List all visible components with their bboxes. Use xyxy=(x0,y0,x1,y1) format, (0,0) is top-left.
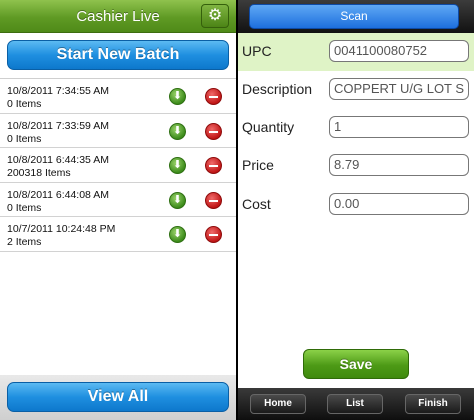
start-new-batch-button[interactable]: Start New Batch xyxy=(7,40,229,70)
delete-icon[interactable] xyxy=(205,191,222,209)
download-icon[interactable]: ⬇ xyxy=(169,191,186,209)
batch-item-count: 0 Items xyxy=(7,132,42,145)
batch-item-count: 200318 Items xyxy=(7,167,71,179)
batch-list: 10/8/2011 7:34:55 AM 0 Items ⬇ 10/8/2011… xyxy=(0,79,236,252)
settings-button[interactable]: ⚙ xyxy=(201,4,229,28)
batch-row[interactable]: 10/8/2011 6:44:08 AM 0 Items ⬇ xyxy=(0,182,236,217)
batch-item-count: 2 Items xyxy=(7,236,42,248)
delete-icon[interactable] xyxy=(205,157,222,174)
delete-icon[interactable] xyxy=(205,122,222,140)
batch-date: 10/7/2011 10:24:48 PM xyxy=(7,223,116,235)
batch-list-screen: Cashier Live ⚙ Start New Batch 10/8/2011… xyxy=(0,0,236,420)
price-row: Price 8.79 xyxy=(238,147,474,185)
batch-row[interactable]: 10/8/2011 7:33:59 AM 0 Items ⬇ xyxy=(0,113,236,148)
upc-field[interactable]: 0041100080752 xyxy=(329,40,469,62)
app-screens: Cashier Live ⚙ Start New Batch 10/8/2011… xyxy=(0,0,474,420)
batch-date: 10/8/2011 6:44:08 AM xyxy=(7,188,109,201)
cost-row: Cost 0.00 xyxy=(238,186,474,224)
quantity-label: Quantity xyxy=(242,119,295,135)
list-button[interactable]: List xyxy=(327,394,383,414)
batch-row[interactable]: 10/7/2011 10:24:48 PM 2 Items ⬇ xyxy=(0,217,236,252)
upc-label: UPC xyxy=(242,43,272,59)
batch-date: 10/8/2011 7:34:55 AM xyxy=(7,85,109,97)
view-all-button[interactable]: View All xyxy=(7,382,229,412)
description-row: Description COPPERT U/G LOT S xyxy=(238,71,474,109)
batch-item-count: 0 Items xyxy=(7,201,42,214)
header-bar: Scan xyxy=(238,0,474,33)
batch-row[interactable]: 10/8/2011 7:34:55 AM 0 Items ⬇ xyxy=(0,79,236,114)
gear-icon: ⚙ xyxy=(207,7,223,24)
description-label: Description xyxy=(242,81,313,97)
price-label: Price xyxy=(242,157,274,173)
cost-label: Cost xyxy=(242,196,271,212)
save-button[interactable]: Save xyxy=(303,349,409,379)
header-bar: Cashier Live ⚙ xyxy=(0,0,236,33)
download-icon[interactable]: ⬇ xyxy=(169,157,186,174)
scan-button[interactable]: Scan xyxy=(249,4,459,29)
bottom-tab-bar: Home List Finish xyxy=(238,388,474,420)
quantity-field[interactable]: 1 xyxy=(329,116,469,138)
upc-row: UPC 0041100080752 xyxy=(238,33,474,71)
price-field[interactable]: 8.79 xyxy=(329,154,469,176)
quantity-row: Quantity 1 xyxy=(238,109,474,147)
batch-item-count: 0 Items xyxy=(7,98,42,110)
batch-row[interactable]: 10/8/2011 6:44:35 AM 200318 Items ⬇ xyxy=(0,148,236,183)
item-entry-screen: Scan UPC 0041100080752 Description COPPE… xyxy=(238,0,474,420)
cost-field[interactable]: 0.00 xyxy=(329,193,469,215)
delete-icon[interactable] xyxy=(205,88,222,105)
delete-icon[interactable] xyxy=(205,226,222,243)
download-icon[interactable]: ⬇ xyxy=(169,122,186,140)
batch-date: 10/8/2011 6:44:35 AM xyxy=(7,154,109,166)
download-icon[interactable]: ⬇ xyxy=(169,226,186,243)
finish-button[interactable]: Finish xyxy=(405,394,461,414)
home-button[interactable]: Home xyxy=(250,394,306,414)
batch-date: 10/8/2011 7:33:59 AM xyxy=(7,119,109,132)
download-icon[interactable]: ⬇ xyxy=(169,88,186,105)
description-field[interactable]: COPPERT U/G LOT S xyxy=(329,78,469,100)
